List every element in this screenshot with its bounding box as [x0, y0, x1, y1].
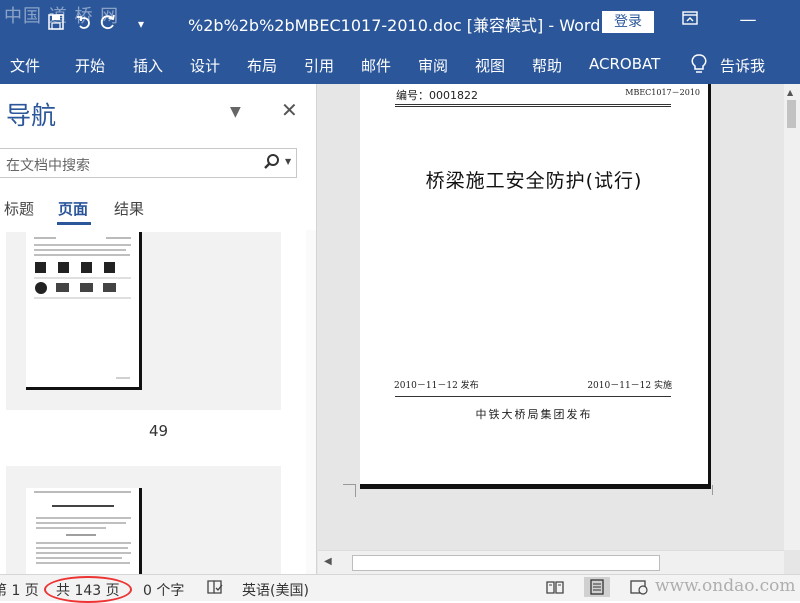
- redo-icon[interactable]: [100, 14, 116, 34]
- horizontal-scrollbar[interactable]: ◀: [318, 550, 784, 575]
- minimize-icon[interactable]: —: [735, 10, 761, 30]
- read-mode-icon[interactable]: [546, 579, 564, 595]
- ribbon-tabs: 文件 开始 插入 设计 布局 引用 邮件 审阅 视图 帮助 ACROBAT 告诉…: [0, 44, 800, 84]
- document-title: %2b%2b%2bMBEC1017-2010.doc [兼容模式] - Word: [188, 16, 601, 35]
- site-watermark: www.ondao.com: [655, 576, 796, 596]
- active-tab-indicator: [57, 222, 91, 225]
- document-code: 编号：0001822: [396, 87, 478, 103]
- nav-pane-title: 导航: [6, 101, 57, 130]
- close-icon[interactable]: ✕: [281, 98, 298, 122]
- page-position[interactable]: 第 1 页: [0, 580, 39, 600]
- highlight-ring: [44, 576, 132, 603]
- ribbon-display-icon[interactable]: [677, 10, 703, 31]
- tab-home[interactable]: 开始: [75, 55, 105, 76]
- login-button[interactable]: 登录: [602, 11, 654, 33]
- tab-insert[interactable]: 插入: [133, 55, 163, 76]
- tab-references[interactable]: 引用: [304, 55, 334, 76]
- vertical-scrollbar[interactable]: ▲: [784, 84, 800, 550]
- tab-layout[interactable]: 布局: [247, 55, 277, 76]
- proofing-icon[interactable]: [206, 579, 224, 595]
- search-input[interactable]: 在文档中搜索 ▼: [0, 148, 297, 178]
- document-heading: 桥梁施工安全防护(试行): [425, 170, 643, 192]
- tab-view[interactable]: 视图: [475, 55, 505, 76]
- document-code-value: 0001822: [429, 89, 478, 102]
- search-icon[interactable]: [262, 152, 282, 172]
- customize-dropdown-icon[interactable]: ▾: [138, 17, 144, 31]
- search-placeholder: 在文档中搜索: [6, 158, 90, 174]
- issue-date: 2010－11－12 发布: [394, 381, 479, 391]
- tab-results[interactable]: 结果: [114, 198, 144, 219]
- title-bar: 中国 道 桥 网 ▾ %2b%2b%2bMBEC1017-2010.doc [兼…: [0, 0, 800, 44]
- horizontal-scroll-thumb[interactable]: [352, 555, 660, 571]
- scroll-up-icon[interactable]: ▲: [787, 88, 793, 97]
- search-options-icon[interactable]: ▼: [285, 157, 291, 166]
- effective-date: 2010－11－12 实施: [587, 381, 672, 391]
- print-layout-icon[interactable]: [584, 577, 610, 597]
- tab-mailings[interactable]: 邮件: [361, 55, 391, 76]
- page-thumbnails: 49: [0, 230, 316, 574]
- language[interactable]: 英语(美国): [242, 580, 309, 600]
- standard-id: MBEC1017－2010: [625, 88, 700, 97]
- thumbnail-page-content: [26, 488, 142, 574]
- document-page[interactable]: 编号：0001822 MBEC1017－2010 桥梁施工安全防护(试行) 20…: [360, 84, 711, 489]
- scroll-left-icon[interactable]: ◀: [324, 556, 332, 567]
- tab-review[interactable]: 审阅: [418, 55, 448, 76]
- word-count[interactable]: 0 个字: [143, 580, 184, 600]
- save-icon[interactable]: [48, 14, 64, 34]
- crop-mark: [355, 485, 356, 497]
- nav-options-dropdown-icon[interactable]: ▼: [230, 104, 241, 120]
- tell-me-search[interactable]: 告诉我: [720, 55, 765, 76]
- tab-acrobat[interactable]: ACROBAT: [589, 55, 660, 73]
- tab-headings[interactable]: 标题: [4, 198, 34, 219]
- page-thumbnail[interactable]: 49: [6, 232, 281, 440]
- lightbulb-icon[interactable]: [690, 53, 708, 79]
- web-layout-icon[interactable]: [630, 579, 648, 595]
- document-code-label: 编号：: [396, 89, 429, 102]
- nav-pane-scrollbar[interactable]: [306, 230, 316, 574]
- header-rule: [395, 106, 671, 107]
- undo-icon[interactable]: [76, 14, 92, 34]
- tab-pages[interactable]: 页面: [58, 198, 88, 219]
- thumbnail-page-content: [26, 232, 142, 390]
- vertical-scroll-thumb[interactable]: [787, 100, 796, 128]
- tab-design[interactable]: 设计: [190, 55, 220, 76]
- header-rule: [395, 104, 671, 105]
- status-bar: 第 1 页 共 143 页 0 个字 英语(美国) www.ondao.com: [0, 574, 800, 603]
- page-thumbnail[interactable]: [6, 466, 281, 574]
- issuer: 中铁大桥局集团发布: [475, 408, 593, 421]
- footer-rule: [395, 396, 671, 397]
- tab-file[interactable]: 文件: [10, 55, 40, 76]
- tab-help[interactable]: 帮助: [532, 55, 562, 76]
- thumbnail-page-number: 49: [149, 422, 169, 440]
- crop-mark: [712, 485, 713, 495]
- navigation-pane: 导航 ▼ ✕ 在文档中搜索 ▼ 标题 页面 结果 49: [0, 84, 317, 574]
